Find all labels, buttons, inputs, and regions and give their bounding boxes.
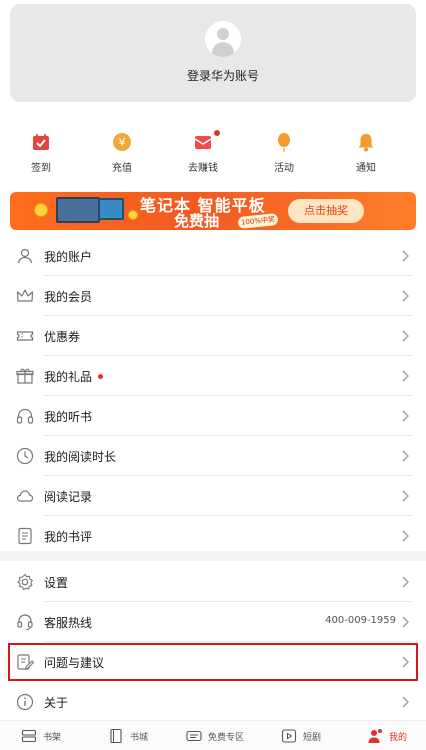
quick-actions: 签到 ¥ 充值 去赚钱 活动 通知 [0, 128, 426, 178]
menu-item-about[interactable]: 关于 [0, 682, 426, 722]
bottom-nav: 书架 书城 免费专区 短剧 我的 [0, 720, 426, 750]
chevron-right-icon [402, 290, 409, 302]
draw-lottery-button[interactable]: 点击抽奖 [288, 199, 364, 223]
envelope-icon [194, 136, 212, 149]
menu-item-my-audiobooks[interactable]: 我的听书 [0, 396, 426, 436]
user-icon [368, 729, 382, 743]
chevron-right-icon [402, 616, 409, 628]
activity-button[interactable]: 活动 [249, 128, 319, 178]
menu-item-my-reviews[interactable]: 我的书评 [0, 516, 426, 556]
menu-label: 我的阅读时长 [44, 450, 117, 464]
free-badge-icon [186, 730, 202, 742]
tab-label: 免费专区 [208, 733, 245, 743]
chevron-right-icon [402, 410, 409, 422]
bell-icon [358, 134, 374, 152]
menu-item-settings[interactable]: 设置 [0, 562, 426, 602]
gifts-badge-dot [98, 374, 103, 379]
menu-item-my-gifts[interactable]: 我的礼品 [0, 356, 426, 396]
recharge-label: 充值 [112, 163, 132, 174]
account-card[interactable]: 登录华为账号 [10, 4, 416, 102]
menu-label: 阅读记录 [44, 490, 93, 504]
menu-label: 我的书评 [44, 530, 93, 544]
promo-banner[interactable]: 笔记本 智能平板 免费抽 100%中奖 点击抽奖 [10, 192, 416, 230]
tab-label: 书架 [43, 733, 62, 743]
section-divider [0, 551, 426, 561]
balloon-icon [278, 133, 290, 152]
chevron-right-icon [402, 530, 409, 542]
comment-doc-icon [18, 527, 32, 545]
chevron-right-icon [402, 450, 409, 462]
tab-free-zone[interactable]: 免费专区 [186, 721, 256, 750]
menu-item-customer-hotline[interactable]: 客服热线 400-009-1959 [0, 602, 426, 642]
menu-item-my-membership[interactable]: 我的会员 [0, 276, 426, 316]
yen-coin-icon: ¥ [113, 133, 131, 151]
recharge-button[interactable]: ¥ 充值 [87, 128, 157, 178]
info-icon [16, 693, 34, 711]
menu-item-coupons[interactable]: 优惠券 [0, 316, 426, 356]
tab-label: 短剧 [303, 733, 322, 743]
tab-bookstore[interactable]: 书城 [108, 721, 158, 750]
login-huawei-account-link[interactable]: 登录华为账号 [10, 67, 426, 84]
ticket-icon [16, 331, 34, 341]
book-icon [110, 728, 122, 744]
menu-label: 我的账户 [44, 250, 93, 264]
chevron-right-icon [402, 330, 409, 342]
coin-icon [128, 210, 138, 220]
earn-money-label: 去赚钱 [188, 163, 218, 174]
menu-label: 优惠券 [44, 330, 81, 344]
gear-icon [17, 573, 33, 591]
chevron-right-icon [402, 370, 409, 382]
laptop-image [56, 197, 100, 223]
chevron-right-icon [402, 576, 409, 588]
gift-icon [16, 368, 34, 384]
cloud-icon [16, 490, 34, 502]
play-icon [281, 729, 297, 743]
menu-label: 我的会员 [44, 290, 93, 304]
svg-text:¥: ¥ [119, 136, 126, 149]
crown-icon [16, 289, 34, 302]
checkin-button[interactable]: 签到 [6, 128, 76, 178]
person-icon [17, 248, 33, 264]
chevron-right-icon [402, 696, 409, 708]
tablet-image [98, 198, 124, 220]
coin-icon [34, 203, 48, 217]
calendar-check-icon [33, 134, 49, 150]
banner-subheadline: 免费抽 [174, 212, 220, 230]
headphones-icon [16, 408, 34, 424]
tab-label: 书城 [130, 733, 149, 743]
menu-item-reading-history[interactable]: 阅读记录 [0, 476, 426, 516]
notification-label: 通知 [356, 163, 376, 174]
feedback-highlight-box [8, 643, 418, 681]
avatar[interactable] [205, 21, 241, 57]
chevron-right-icon [402, 250, 409, 262]
checkin-label: 签到 [31, 163, 51, 174]
earn-money-button[interactable]: 去赚钱 [168, 128, 238, 178]
menu-label: 我的礼品 [44, 370, 93, 384]
tab-label: 我的 [389, 733, 408, 743]
menu-label: 客服热线 [44, 616, 93, 630]
headset-icon [17, 614, 33, 631]
notification-button[interactable]: 通知 [331, 128, 401, 178]
tab-mine[interactable]: 我的 [367, 721, 417, 750]
bookshelf-icon [21, 729, 37, 743]
chevron-right-icon [402, 490, 409, 502]
earn-money-badge-dot [214, 130, 220, 136]
hotline-number: 400-009-1959 [325, 615, 396, 626]
menu-label: 关于 [44, 696, 69, 710]
menu-item-my-account[interactable]: 我的账户 [0, 236, 426, 276]
menu-label: 设置 [44, 576, 69, 590]
menu-label: 我的听书 [44, 410, 93, 424]
clock-icon [16, 447, 34, 465]
menu-item-reading-time[interactable]: 我的阅读时长 [0, 436, 426, 476]
tab-bookshelf[interactable]: 书架 [21, 721, 71, 750]
activity-label: 活动 [274, 163, 294, 174]
tab-short-drama[interactable]: 短剧 [281, 721, 331, 750]
